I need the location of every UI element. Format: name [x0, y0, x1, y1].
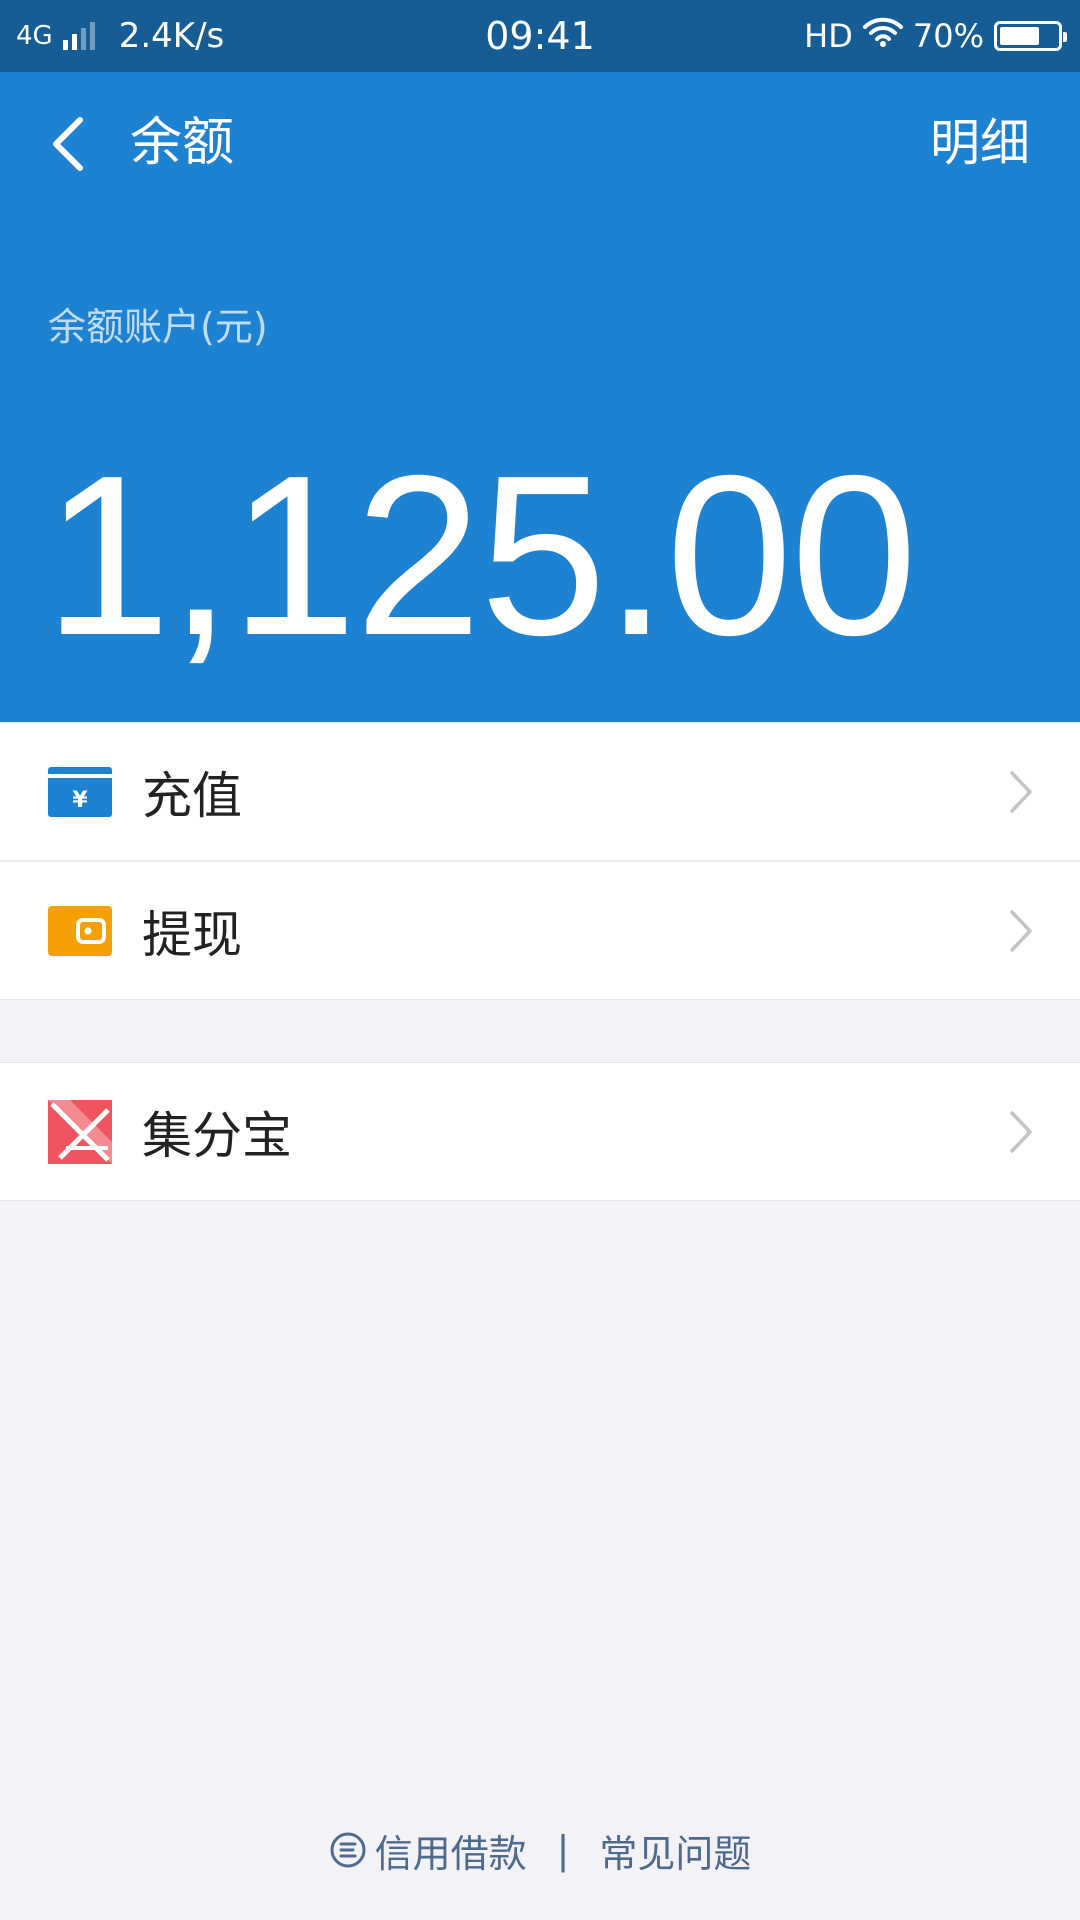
status-right: HD 70%	[804, 0, 1067, 72]
recharge-row[interactable]: ¥ 充值	[0, 723, 1080, 860]
footer-links: 信用借款 | 常见问题	[0, 1820, 1080, 1880]
recharge-card-icon: ¥	[48, 760, 112, 824]
status-bar: 4G 2.4K/s 09:41 HD 70%	[0, 0, 1080, 72]
battery-fill	[1000, 27, 1039, 45]
balance-amount: 1,125.00	[44, 429, 918, 683]
jifenbao-icon	[48, 1099, 112, 1164]
chevron-right-icon	[1010, 909, 1032, 952]
jifenbao-row[interactable]: 集分宝	[0, 1063, 1080, 1200]
back-button[interactable]	[40, 112, 96, 176]
svg-text:¥: ¥	[72, 788, 88, 813]
wifi-icon	[862, 16, 903, 56]
wallet-icon	[48, 899, 112, 963]
recharge-label: 充值	[142, 766, 242, 825]
balance-label: 余额账户(元)	[48, 305, 268, 349]
battery-percent: 70%	[912, 17, 984, 55]
chevron-right-icon	[1010, 770, 1032, 813]
chevron-right-icon	[1010, 1110, 1032, 1153]
jifenbao-label: 集分宝	[142, 1106, 292, 1165]
battery-cap	[1063, 32, 1067, 42]
withdraw-label: 提现	[142, 905, 242, 964]
credit-loan-label: 信用借款	[374, 1831, 527, 1876]
credit-loan-link[interactable]: 信用借款	[329, 1823, 527, 1878]
faq-label: 常见问题	[599, 1831, 752, 1876]
jifenbao-list: 集分宝	[0, 1062, 1080, 1201]
footer-separator: |	[556, 1828, 570, 1872]
withdraw-row[interactable]: 提现	[0, 860, 1080, 999]
hd-indicator: HD	[804, 17, 853, 55]
funds-list: ¥ 充值 提现	[0, 722, 1080, 1000]
credit-loan-icon	[330, 1832, 366, 1868]
faq-link[interactable]: 常见问题	[599, 1823, 751, 1878]
back-arrow-icon	[53, 117, 83, 171]
detail-link[interactable]: 明细	[930, 108, 1030, 178]
page-title: 余额	[130, 113, 235, 173]
balance-header: 余额 明细 余额账户(元) 1,125.00	[0, 72, 1080, 722]
battery-icon	[994, 21, 1067, 51]
